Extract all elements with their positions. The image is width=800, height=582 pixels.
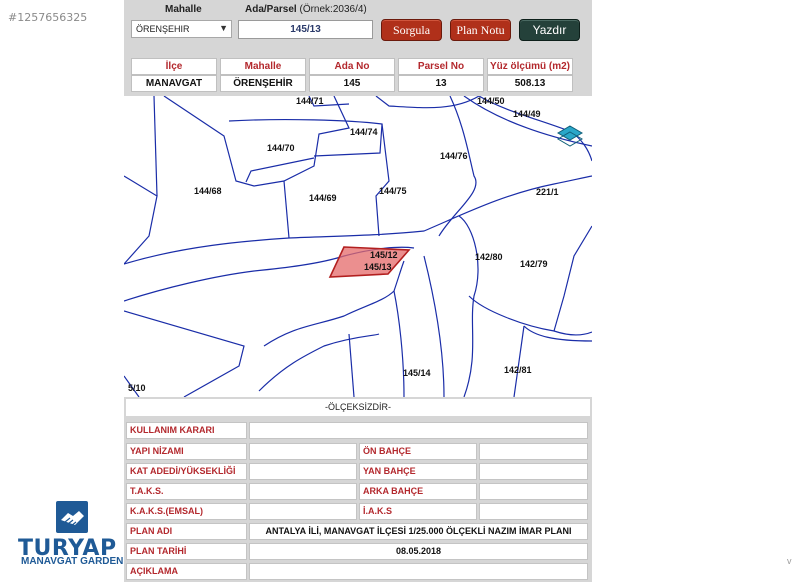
chevron-down-icon: ▼ xyxy=(219,23,228,33)
kullanim-karari-value xyxy=(249,422,588,439)
olceksizdir-note: -ÖLÇEKSİZDİR- xyxy=(126,399,590,416)
value-yuz-olcumu: 508.13 xyxy=(487,75,573,92)
parcel-144-76[interactable]: 144/76 xyxy=(440,151,468,161)
yapi-nizami-value xyxy=(249,443,357,460)
value-mahalle: ÖRENŞEHİR xyxy=(220,75,306,92)
kaks-value xyxy=(249,503,357,520)
taks-label: T.A.K.S. xyxy=(126,483,247,500)
header-mahalle: Mahalle xyxy=(220,58,306,75)
yazdir-button[interactable]: Yazdır xyxy=(519,19,580,41)
ada-parsel-input[interactable]: 145/13 xyxy=(238,20,373,39)
header-parsel-no: Parsel No xyxy=(398,58,484,75)
parcel-144-49[interactable]: 144/49 xyxy=(513,109,541,119)
aciklama-label: AÇIKLAMA xyxy=(126,563,247,580)
parcel-142-79[interactable]: 142/79 xyxy=(520,259,548,269)
parcel-145-14[interactable]: 145/14 xyxy=(403,368,431,378)
yapi-nizami-label: YAPI NİZAMI xyxy=(126,443,247,460)
ada-parsel-label: Ada/Parsel (Örnek:2036/4) xyxy=(245,4,367,15)
kat-adedi-label: KAT ADEDİ/YÜKSEKLİĞİ xyxy=(126,463,247,480)
taks-value xyxy=(249,483,357,500)
parcel-145-13[interactable]: 145/13 xyxy=(364,262,392,272)
parcel-map-svg[interactable]: 144/71 144/50 144/49 144/74 144/70 144/7… xyxy=(124,96,592,397)
value-parsel-no: 13 xyxy=(398,75,484,92)
listing-id: #1257656325 xyxy=(8,11,88,24)
value-ilce: MANAVGAT xyxy=(131,75,217,92)
ada-parsel-hint: (Örnek:2036/4) xyxy=(299,4,367,15)
parcel-info-table: İlçe Mahalle Ada No Parsel No Yüz ölçümü… xyxy=(128,58,576,92)
parcel-142-80[interactable]: 142/80 xyxy=(475,252,503,262)
plan-notu-button[interactable]: Plan Notu xyxy=(450,19,511,41)
plan-tarihi-value: 08.05.2018 xyxy=(249,543,588,560)
info-header-row: İlçe Mahalle Ada No Parsel No Yüz ölçümü… xyxy=(131,58,573,75)
parcel-144-75[interactable]: 144/75 xyxy=(379,186,407,196)
arka-bahce-value xyxy=(479,483,588,500)
parcel-144-68[interactable]: 144/68 xyxy=(194,186,222,196)
parcel-144-71[interactable]: 144/71 xyxy=(296,96,324,106)
kullanim-karari-label: KULLANIM KARARI xyxy=(126,422,247,439)
mahalle-label: Mahalle xyxy=(165,4,202,15)
parcel-221-1[interactable]: 221/1 xyxy=(536,187,559,197)
yan-bahce-label: YAN BAHÇE xyxy=(359,463,477,480)
kat-adedi-value xyxy=(249,463,357,480)
iaks-value xyxy=(479,503,588,520)
corner-mark: v xyxy=(787,556,792,566)
value-ada-no: 145 xyxy=(309,75,395,92)
parcel-142-81[interactable]: 142/81 xyxy=(504,365,532,375)
plan-adi-label: PLAN ADI xyxy=(126,523,247,540)
aciklama-value xyxy=(249,563,588,580)
ada-parsel-label-text: Ada/Parsel xyxy=(245,4,297,15)
mahalle-select[interactable]: ÖRENŞEHIR ▼ xyxy=(131,20,232,38)
header-ilce: İlçe xyxy=(131,58,217,75)
parcel-144-74[interactable]: 144/74 xyxy=(350,127,378,137)
parcel-144-70[interactable]: 144/70 xyxy=(267,143,295,153)
handshake-icon xyxy=(56,501,88,533)
yan-bahce-value xyxy=(479,463,588,480)
parcel-145-12[interactable]: 145/12 xyxy=(370,250,398,260)
parcel-144-50[interactable]: 144/50 xyxy=(477,96,505,106)
info-value-row: MANAVGAT ÖRENŞEHİR 145 13 508.13 xyxy=(131,75,573,92)
plan-adi-value: ANTALYA İLİ, MANAVGAT İLÇESİ 1/25.000 ÖL… xyxy=(249,523,588,540)
parcel-144-69[interactable]: 144/69 xyxy=(309,193,337,203)
parcel-map[interactable]: 144/71 144/50 144/49 144/74 144/70 144/7… xyxy=(124,96,592,397)
plan-tarihi-label: PLAN TARİHİ xyxy=(126,543,247,560)
turyap-logo: TURYAP MANAVGAT GARDEN xyxy=(18,500,128,570)
on-bahce-label: ÖN BAHÇE xyxy=(359,443,477,460)
scale-label: 5/10 xyxy=(128,383,146,393)
iaks-label: İ.A.K.S xyxy=(359,503,477,520)
on-bahce-value xyxy=(479,443,588,460)
header-yuz-olcumu: Yüz ölçümü (m2) xyxy=(487,58,573,75)
header-ada-no: Ada No xyxy=(309,58,395,75)
logo-tagline: MANAVGAT GARDEN xyxy=(21,556,124,567)
sorgula-button[interactable]: Sorgula xyxy=(381,19,442,41)
mahalle-select-value: ÖRENŞEHIR xyxy=(136,24,190,34)
arka-bahce-label: ARKA BAHÇE xyxy=(359,483,477,500)
kaks-label: K.A.K.S.(EMSAL) xyxy=(126,503,247,520)
